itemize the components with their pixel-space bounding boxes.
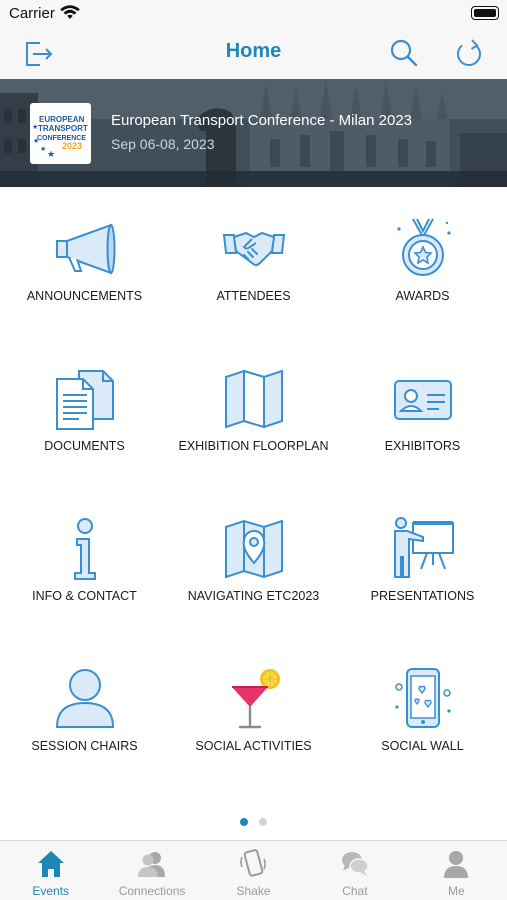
tab-chat[interactable]: Chat [304,841,405,900]
menu-label: ATTENDEES [216,289,291,303]
menu-navigating[interactable]: NAVIGATING ETC2023 [169,487,338,637]
tab-label: Shake [236,884,271,898]
svg-text:★: ★ [33,137,39,145]
info-icon [73,518,96,580]
menu-social-wall[interactable]: SOCIAL WALL [338,637,507,787]
menu-label: EXHIBITION FLOORPLAN [178,439,329,453]
medal-icon [396,218,451,276]
tab-label: Connections [118,884,186,898]
phone-hearts-icon [394,668,451,728]
tab-label: Events [32,884,70,898]
search-icon[interactable] [388,37,420,69]
svg-text:EUROPEAN: EUROPEAN [39,115,85,124]
menu-presentations[interactable]: PRESENTATIONS [338,487,507,637]
menu-label: SOCIAL ACTIVITIES [195,739,312,753]
user-icon [444,851,469,878]
shake-phone-icon [240,849,267,877]
event-banner[interactable]: EUROPEAN TRANSPORT CONFERENCE 2023 ★ ★ ★… [0,79,507,187]
people-icon [138,852,166,877]
chat-bubbles-icon [341,852,369,876]
tab-label: Me [447,884,465,898]
svg-text:2023: 2023 [62,141,82,151]
menu-session-chairs[interactable]: SESSION CHAIRS [0,637,169,787]
page-dot-active[interactable] [240,818,248,826]
menu-label: DOCUMENTS [44,439,125,453]
tab-me[interactable]: Me [406,841,507,900]
tab-events[interactable]: Events [0,841,101,900]
menu-awards[interactable]: AWARDS [338,187,507,337]
event-title: European Transport Conference - Milan 20… [111,112,413,129]
tab-bar: Events Connections Shake Chat Me [0,840,507,900]
page-indicator[interactable] [0,818,507,828]
navigation-bar: Home [0,28,507,79]
page-title: Home [225,40,282,62]
menu-attendees[interactable]: ATTENDEES [169,187,338,337]
status-bar: Carrier [0,0,507,28]
event-dates: Sep 06-08, 2023 [111,136,215,152]
map-pin-icon [224,519,283,579]
menu-label: SOCIAL WALL [381,739,464,753]
refresh-icon[interactable] [453,37,485,69]
wifi-icon [60,5,80,19]
battery-icon [471,6,499,20]
menu-label: NAVIGATING ETC2023 [187,589,320,603]
menu-label: PRESENTATIONS [370,589,475,603]
svg-text:★: ★ [40,145,46,153]
cocktail-icon [231,669,280,729]
menu-label: SESSION CHAIRS [31,739,138,753]
tab-shake[interactable]: Shake [203,841,304,900]
menu-documents[interactable]: DOCUMENTS [0,337,169,487]
menu-label: ANNOUNCEMENTS [26,289,143,303]
svg-text:TRANSPORT: TRANSPORT [38,124,88,133]
person-icon [55,669,114,728]
menu-label: EXHIBITORS [384,439,461,453]
tab-label: Chat [342,884,368,898]
menu-info-contact[interactable]: INFO & CONTACT [0,487,169,637]
feature-grid: ANNOUNCEMENTS ATTENDEES AWARDS DOCUMENTS… [0,187,507,817]
tab-connections[interactable]: Connections [101,841,202,900]
megaphone-icon [55,223,115,275]
menu-social-activities[interactable]: SOCIAL ACTIVITIES [169,637,338,787]
documents-icon [55,370,114,430]
page-dot[interactable] [259,818,267,826]
event-logo: EUROPEAN TRANSPORT CONFERENCE 2023 ★ ★ ★… [30,103,91,164]
floorplan-map-icon [224,369,283,429]
menu-exhibitors[interactable]: EXHIBITORS [338,337,507,487]
menu-label: INFO & CONTACT [32,589,137,603]
menu-exhibition-floorplan[interactable]: EXHIBITION FLOORPLAN [169,337,338,487]
presenter-board-icon [393,517,454,578]
svg-text:★: ★ [47,149,55,159]
home-icon [37,851,64,877]
menu-label: AWARDS [395,289,450,303]
handshake-icon [222,231,285,266]
carrier-label: Carrier [9,5,55,22]
id-card-icon [393,380,452,420]
menu-announcements[interactable]: ANNOUNCEMENTS [0,187,169,337]
svg-text:★: ★ [32,123,38,131]
